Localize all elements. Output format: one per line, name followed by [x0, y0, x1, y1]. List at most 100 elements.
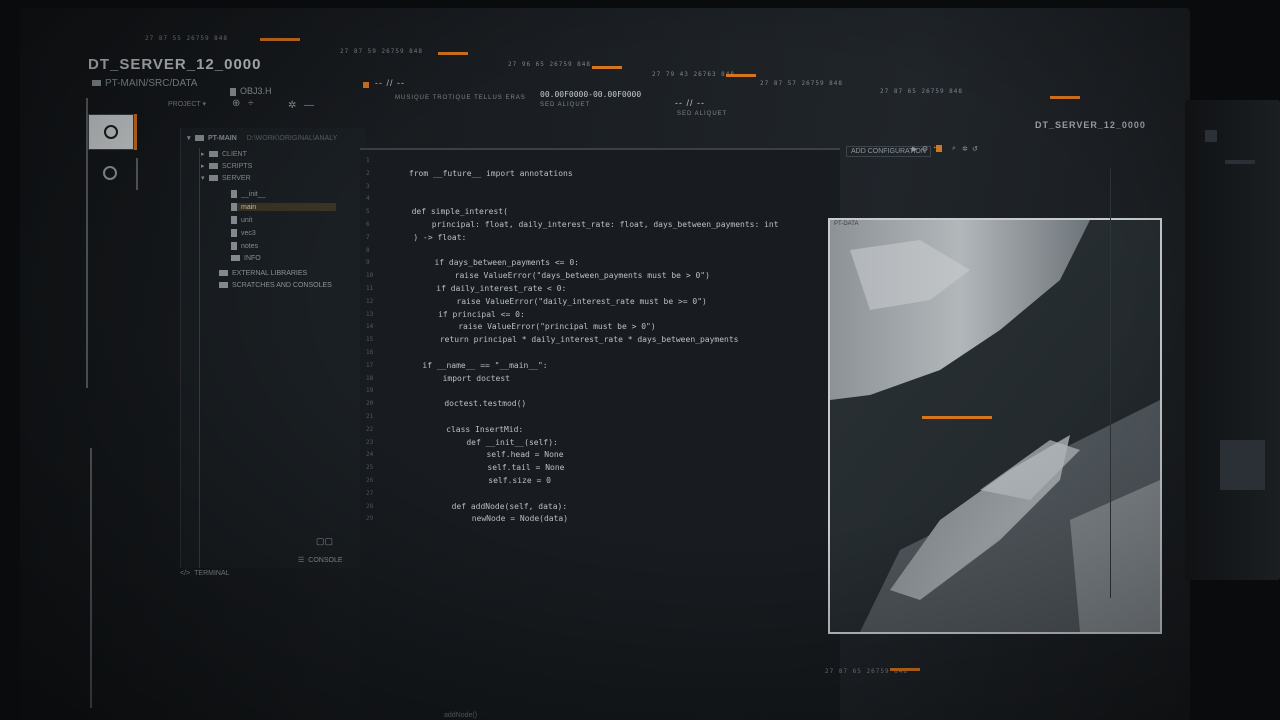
tab-terminal[interactable]: </> TERMINAL	[180, 570, 230, 577]
tree-item-scripts[interactable]: ▸ SCRIPTS	[201, 162, 252, 170]
tree-item-client[interactable]: ▸ CLIENT	[201, 150, 247, 158]
tree-item-scratches[interactable]: SCRATCHES AND CONSOLES	[219, 282, 332, 289]
gear-icon[interactable]: ✲	[288, 100, 296, 111]
library-icon	[219, 270, 228, 277]
code-line[interactable]: raise ValueError("daily_interest_rate mu…	[418, 297, 706, 306]
search-icon[interactable]: ⌕	[952, 145, 956, 153]
rail-button-primary[interactable]	[88, 114, 134, 150]
code-line[interactable]: if __name__ == "__main__":	[422, 361, 547, 370]
progress-tick	[726, 74, 756, 77]
line-number: 23	[366, 438, 374, 446]
undo-icon[interactable]: ↺	[972, 145, 978, 153]
right-panel-title: DT_SERVER_12_0000	[1035, 120, 1146, 130]
debug-icon[interactable]: ⚙	[922, 145, 928, 153]
minimize-icon[interactable]: —	[304, 100, 314, 111]
tree-item-main[interactable]: main	[231, 203, 336, 211]
code-line[interactable]: if principal <= 0:	[419, 310, 525, 319]
code-line[interactable]: if days_between_payments <= 0:	[415, 258, 579, 267]
code-line[interactable]: newNode = Node(data)	[433, 514, 568, 523]
layout-toggle-icon[interactable]: ▢▢	[316, 536, 333, 547]
scratch-icon	[219, 282, 228, 289]
folder-icon	[231, 255, 240, 262]
code-line[interactable]: def simple_interest(	[412, 207, 508, 216]
tree-item-notes[interactable]: notes	[231, 242, 258, 250]
code-line[interactable]: class InsertMid:	[427, 425, 523, 434]
target-icon[interactable]: ⊕	[232, 98, 240, 109]
settings-icon[interactable]: ✲	[962, 145, 968, 153]
right-panel-divider	[1110, 168, 1111, 598]
line-number: 7	[366, 233, 370, 241]
run-icon[interactable]: ▶	[912, 145, 917, 153]
line-number: 16	[366, 349, 374, 356]
line-number: 24	[366, 451, 374, 459]
tree-item-init[interactable]: __init__	[231, 190, 266, 198]
code-line[interactable]: return principal * daily_interest_rate *…	[421, 335, 739, 344]
caption-1: MUSIQUE TROTIQUE TELLUS ERAS	[395, 95, 526, 101]
line-number: 22	[366, 425, 374, 433]
code-line[interactable]: if daily_interest_rate < 0:	[417, 284, 566, 293]
line-number: 11	[366, 285, 374, 292]
folder-icon	[209, 163, 218, 170]
playback-control[interactable]: -- // --	[375, 78, 405, 88]
project-dropdown[interactable]: PROJECT ▾	[168, 100, 206, 108]
line-number: 26	[366, 477, 374, 484]
split-icon[interactable]: ÷	[248, 98, 254, 109]
caption-3: SED ALIQUET	[677, 111, 728, 117]
timecode: 00.00F0000-00.00F0000	[540, 90, 642, 99]
line-number: 28	[366, 502, 374, 510]
folder-icon	[195, 135, 204, 142]
playback-control[interactable]: -- // --	[675, 98, 705, 108]
line-number: 17	[366, 361, 374, 369]
code-line[interactable]: self.tail = None	[430, 463, 564, 472]
code-line[interactable]: def addNode(self, data):	[432, 502, 568, 511]
stats-group-4: 27 79 43 26763 848	[652, 71, 736, 78]
rail-border-lower	[90, 448, 92, 708]
line-number: 1	[366, 157, 370, 164]
code-line[interactable]: ) -> float:	[413, 233, 466, 242]
code-line[interactable]: raise ValueError("principal must be > 0"…	[420, 322, 655, 331]
line-number: 9	[366, 259, 370, 267]
tree-item-unit[interactable]: unit	[231, 216, 252, 224]
code-line[interactable]: doctest.testmod()	[425, 399, 526, 408]
tree-item-vec3[interactable]: vec3	[231, 229, 256, 237]
line-number: 6	[366, 221, 370, 228]
tree-root[interactable]: ▾ PT-MAIN D:\WORK\ORIGINAL\ANALY	[187, 134, 337, 142]
code-icon: </>	[180, 570, 191, 577]
tree-item-info[interactable]: INFO	[231, 255, 261, 262]
selection-marker[interactable]	[922, 416, 992, 419]
line-number: 18	[366, 374, 374, 382]
code-line[interactable]: def __init__(self):	[428, 438, 558, 447]
project-tree: ▾ PT-MAIN D:\WORK\ORIGINAL\ANALY ▸ CLIENT …	[180, 128, 366, 568]
stop-icon[interactable]	[936, 145, 942, 152]
monitor-screen: 27 87 55 26759 848 27 87 59 26759 848 27…	[20, 8, 1190, 720]
file-icon	[231, 242, 237, 250]
rail-divider	[136, 158, 138, 190]
tab-console[interactable]: ☰ CONSOLE	[298, 556, 343, 564]
add-configuration-button[interactable]: ADD CONFIGURATION	[846, 146, 931, 157]
breadcrumb-path: PT-MAIN/SRC/DATA	[92, 78, 197, 89]
code-line[interactable]: import doctest	[423, 374, 510, 383]
open-file-tab[interactable]: OBJ3.H	[230, 86, 272, 96]
file-icon	[230, 87, 236, 96]
folder-icon	[209, 175, 218, 182]
code-editor[interactable]: 1 2 from __future__ import annotations 3 4 5 d…	[360, 148, 840, 720]
device-indicator	[1225, 160, 1255, 164]
code-line[interactable]: self.head = None	[429, 450, 563, 459]
code-line[interactable]: principal: float, daily_interest_rate: f…	[413, 220, 779, 229]
image-viewer[interactable]: PT-DATA	[828, 218, 1162, 634]
code-line[interactable]: raise ValueError("days_between_payments …	[416, 271, 710, 280]
line-number: 15	[366, 336, 374, 344]
code-line[interactable]: from __future__ import annotations	[409, 169, 573, 178]
image-title: PT-DATA	[834, 221, 859, 227]
line-number: 2	[366, 169, 370, 177]
stats-group-5: 27 87 57 26759 848	[760, 80, 844, 87]
list-icon: ☰	[298, 557, 305, 564]
progress-tick	[592, 66, 622, 69]
code-line[interactable]: self.size = 0	[431, 476, 551, 485]
rail-border	[86, 98, 88, 388]
tree-item-server[interactable]: ▾ SERVER	[201, 174, 251, 182]
tree-item-external-libraries[interactable]: EXTERNAL LIBRARIES	[219, 270, 307, 277]
rail-button-secondary[interactable]	[88, 156, 132, 190]
line-number: 3	[366, 182, 370, 190]
line-number: 14	[366, 323, 374, 331]
